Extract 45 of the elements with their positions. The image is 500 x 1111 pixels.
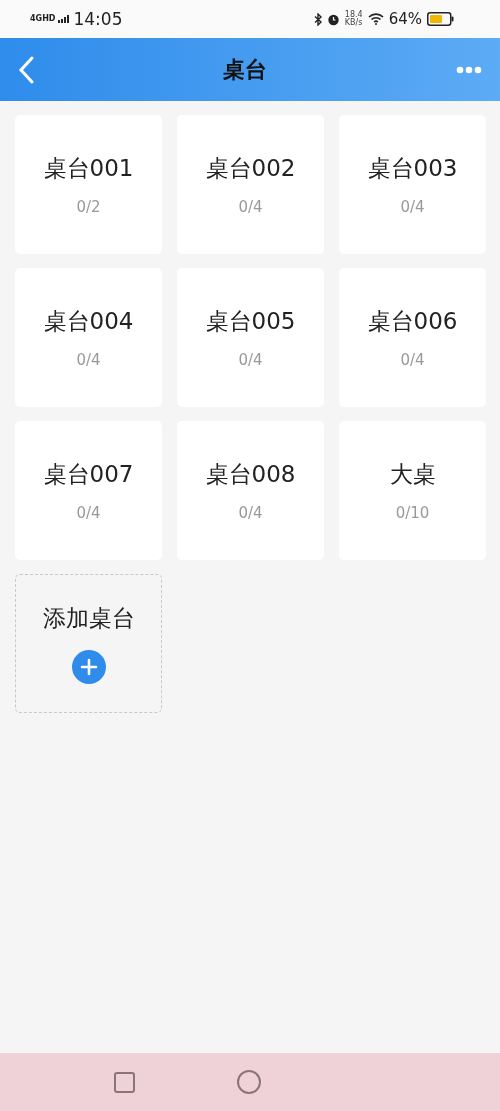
- seat-count: 0/4: [400, 198, 425, 216]
- alarm-icon: [326, 12, 340, 26]
- plus-icon: [71, 650, 106, 684]
- wifi-icon: [367, 13, 384, 25]
- seat-count: 0/4: [238, 504, 263, 522]
- table-card[interactable]: 桌台008 0/4: [177, 421, 324, 560]
- home-icon[interactable]: [237, 1070, 261, 1094]
- battery-percent: 64%: [388, 10, 422, 28]
- table-name: 桌台008: [205, 460, 296, 489]
- page-title: 桌台: [223, 55, 267, 84]
- table-name: 桌台001: [43, 154, 134, 183]
- more-icon[interactable]: [456, 65, 482, 74]
- clock-time: 14:05: [73, 9, 123, 29]
- table-name: 桌台006: [367, 307, 458, 336]
- table-card[interactable]: 桌台004 0/4: [15, 268, 162, 407]
- table-card[interactable]: 桌台006 0/4: [339, 268, 486, 407]
- table-card[interactable]: 桌台002 0/4: [177, 115, 324, 254]
- battery-icon: [427, 12, 454, 26]
- seat-count: 0/4: [76, 351, 101, 369]
- seat-count: 0/4: [238, 198, 263, 216]
- add-table-label: 添加桌台: [42, 604, 135, 633]
- speed-value: 18.4: [344, 11, 363, 19]
- seat-count: 0/4: [76, 504, 101, 522]
- add-table-card[interactable]: 添加桌台: [15, 574, 162, 713]
- signal-icon: [58, 15, 71, 23]
- seat-count: 0/2: [76, 198, 101, 216]
- table-name: 桌台005: [205, 307, 296, 336]
- bluetooth-icon: [313, 12, 322, 26]
- table-name: 桌台004: [43, 307, 134, 336]
- network-label: 4GHD: [30, 15, 56, 23]
- table-card[interactable]: 桌台003 0/4: [339, 115, 486, 254]
- table-name: 桌台003: [367, 154, 458, 183]
- table-name: 桌台002: [205, 154, 296, 183]
- seat-count: 0/10: [395, 504, 430, 522]
- table-name: 桌台007: [43, 460, 134, 489]
- recents-icon[interactable]: [114, 1071, 135, 1093]
- table-card[interactable]: 桌台005 0/4: [177, 268, 324, 407]
- table-name: 大桌: [389, 460, 436, 489]
- seat-count: 0/4: [400, 351, 425, 369]
- speed-unit: KB/s: [344, 19, 363, 27]
- back-icon[interactable]: [18, 55, 34, 84]
- seat-count: 0/4: [238, 351, 263, 369]
- table-card[interactable]: 桌台007 0/4: [15, 421, 162, 560]
- table-card[interactable]: 桌台001 0/2: [15, 115, 162, 254]
- table-card[interactable]: 大桌 0/10: [339, 421, 486, 560]
